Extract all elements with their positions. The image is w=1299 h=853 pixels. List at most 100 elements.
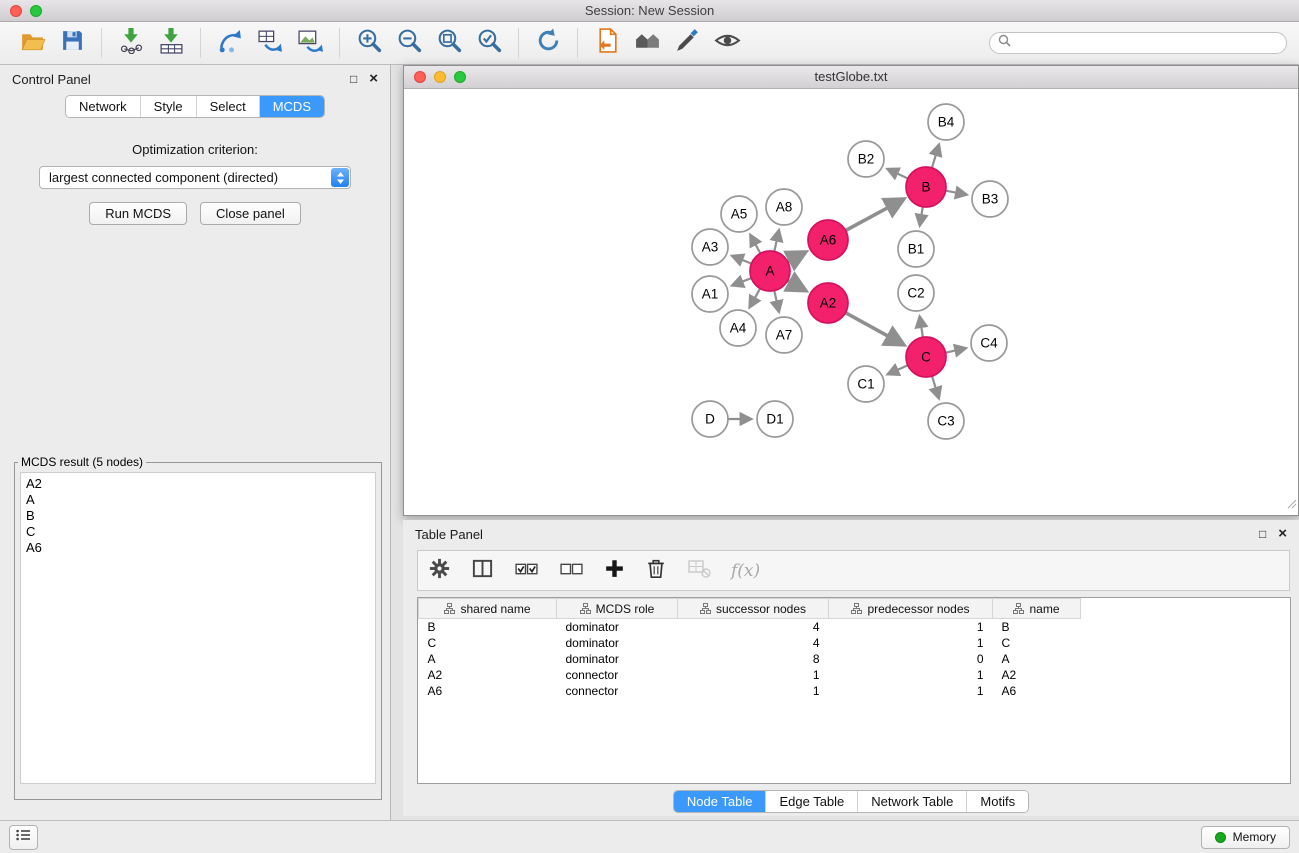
show-columns-button[interactable] — [471, 557, 494, 585]
table-cell[interactable]: A2 — [993, 667, 1081, 683]
close-panel-button[interactable]: Close panel — [200, 202, 301, 225]
import-network-file-button[interactable] — [113, 25, 149, 61]
network-canvas[interactable]: B4B2BB3A5A8A6B1A3AC2A1A2A4A7C4CC1C3DD1 — [404, 89, 1298, 515]
task-history-button[interactable] — [9, 825, 38, 850]
table-cell[interactable]: 0 — [829, 651, 993, 667]
node-A4[interactable]: A4 — [720, 310, 756, 346]
table-row[interactable]: Cdominator41C — [419, 635, 1081, 651]
tab-mcds[interactable]: MCDS — [260, 96, 324, 117]
table-settings-button[interactable] — [428, 557, 451, 585]
edge-A-A6[interactable] — [788, 252, 806, 261]
edge-B-B2[interactable] — [888, 169, 908, 178]
mcds-result-item[interactable]: A6 — [26, 540, 370, 556]
tab-style[interactable]: Style — [141, 96, 197, 117]
show-hide-button[interactable] — [709, 25, 745, 61]
tab-edge-table[interactable]: Edge Table — [766, 791, 858, 812]
edge-B-B4[interactable] — [932, 145, 939, 168]
zoom-fit-button[interactable] — [431, 25, 467, 61]
run-mcds-button[interactable]: Run MCDS — [89, 202, 187, 225]
table-cell[interactable]: B — [419, 619, 557, 636]
table-cell[interactable]: C — [993, 635, 1081, 651]
table-cell[interactable]: 1 — [678, 667, 829, 683]
table-row[interactable]: Adominator80A — [419, 651, 1081, 667]
table-cell[interactable]: 1 — [829, 635, 993, 651]
home-view-button[interactable] — [629, 25, 665, 61]
edge-C-C2[interactable] — [920, 317, 923, 338]
close-window-button[interactable] — [10, 5, 22, 17]
criterion-dropdown[interactable]: largest connected component (directed) — [39, 166, 351, 189]
float-panel-icon[interactable]: □ — [350, 73, 357, 85]
node-B3[interactable]: B3 — [972, 181, 1008, 217]
apply-layout-button[interactable] — [530, 25, 566, 61]
edge-A-A1[interactable] — [732, 278, 751, 285]
open-session-button[interactable] — [14, 25, 50, 61]
table-cell[interactable]: 4 — [678, 619, 829, 636]
tab-network[interactable]: Network — [66, 96, 141, 117]
zoom-selected-button[interactable] — [471, 25, 507, 61]
edge-C-C4[interactable] — [946, 348, 966, 353]
zoom-in-button[interactable] — [351, 25, 387, 61]
mcds-result-item[interactable]: B — [26, 508, 370, 524]
import-table-file-button[interactable] — [153, 25, 189, 61]
node-C1[interactable]: C1 — [848, 366, 884, 402]
network-window-title-bar[interactable]: testGlobe.txt — [404, 66, 1298, 89]
delete-column-button[interactable] — [645, 557, 667, 584]
tab-network-table[interactable]: Network Table — [858, 791, 967, 812]
export-image-button[interactable] — [292, 25, 328, 61]
column-header-shared-name[interactable]: shared name — [419, 599, 557, 619]
node-A8[interactable]: A8 — [766, 189, 802, 225]
select-all-button[interactable] — [514, 556, 539, 586]
resize-grip-icon[interactable] — [1285, 496, 1297, 514]
close-panel-icon[interactable]: × — [1278, 528, 1287, 540]
node-A1[interactable]: A1 — [692, 276, 728, 312]
node-C3[interactable]: C3 — [928, 403, 964, 439]
table-row[interactable]: A2connector11A2 — [419, 667, 1081, 683]
table-cell[interactable]: 8 — [678, 651, 829, 667]
node-A2[interactable]: A2 — [808, 283, 848, 323]
table-cell[interactable]: A6 — [993, 683, 1081, 699]
table-cell[interactable]: 1 — [678, 683, 829, 699]
column-header-predecessor-nodes[interactable]: predecessor nodes — [829, 599, 993, 619]
edge-A-A3[interactable] — [732, 256, 751, 264]
node-D1[interactable]: D1 — [757, 401, 793, 437]
function-builder-button[interactable]: f(x) — [731, 561, 760, 581]
node-A3[interactable]: A3 — [692, 229, 728, 265]
edge-A-A4[interactable] — [750, 288, 761, 307]
mcds-result-item[interactable]: C — [26, 524, 370, 540]
session-doc-button[interactable] — [589, 25, 625, 61]
node-C4[interactable]: C4 — [971, 325, 1007, 361]
mcds-result-item[interactable]: A — [26, 492, 370, 508]
table-cell[interactable]: A — [419, 651, 557, 667]
import-table-button[interactable] — [687, 556, 711, 585]
column-header-successor-nodes[interactable]: successor nodes — [678, 599, 829, 619]
table-cell[interactable]: dominator — [557, 619, 678, 636]
node-A6[interactable]: A6 — [808, 220, 848, 260]
zoom-out-button[interactable] — [391, 25, 427, 61]
column-header-name[interactable]: name — [993, 599, 1081, 619]
table-cell[interactable]: dominator — [557, 651, 678, 667]
table-cell[interactable]: 1 — [829, 619, 993, 636]
edge-A-A7[interactable] — [774, 291, 779, 312]
node-B[interactable]: B — [906, 167, 946, 207]
new-network-button[interactable] — [212, 25, 248, 61]
style-brush-button[interactable] — [669, 25, 705, 61]
node-C2[interactable]: C2 — [898, 275, 934, 311]
edge-C-C3[interactable] — [932, 376, 939, 398]
network-from-table-button[interactable] — [252, 25, 288, 61]
node-B4[interactable]: B4 — [928, 104, 964, 140]
table-cell[interactable]: connector — [557, 667, 678, 683]
table-cell[interactable]: A2 — [419, 667, 557, 683]
table-cell[interactable]: dominator — [557, 635, 678, 651]
table-row[interactable]: Bdominator41B — [419, 619, 1081, 636]
table-cell[interactable]: C — [419, 635, 557, 651]
zoom-window-button[interactable] — [30, 5, 42, 17]
create-column-button[interactable] — [604, 558, 625, 584]
edge-A-A8[interactable] — [774, 230, 779, 251]
node-C[interactable]: C — [906, 337, 946, 377]
save-session-button[interactable] — [54, 25, 90, 61]
search-input[interactable] — [1011, 35, 1278, 51]
close-panel-icon[interactable]: × — [369, 73, 378, 85]
mcds-result-item[interactable]: A2 — [26, 476, 370, 492]
table-cell[interactable]: A6 — [419, 683, 557, 699]
edge-B-B1[interactable] — [920, 207, 923, 226]
